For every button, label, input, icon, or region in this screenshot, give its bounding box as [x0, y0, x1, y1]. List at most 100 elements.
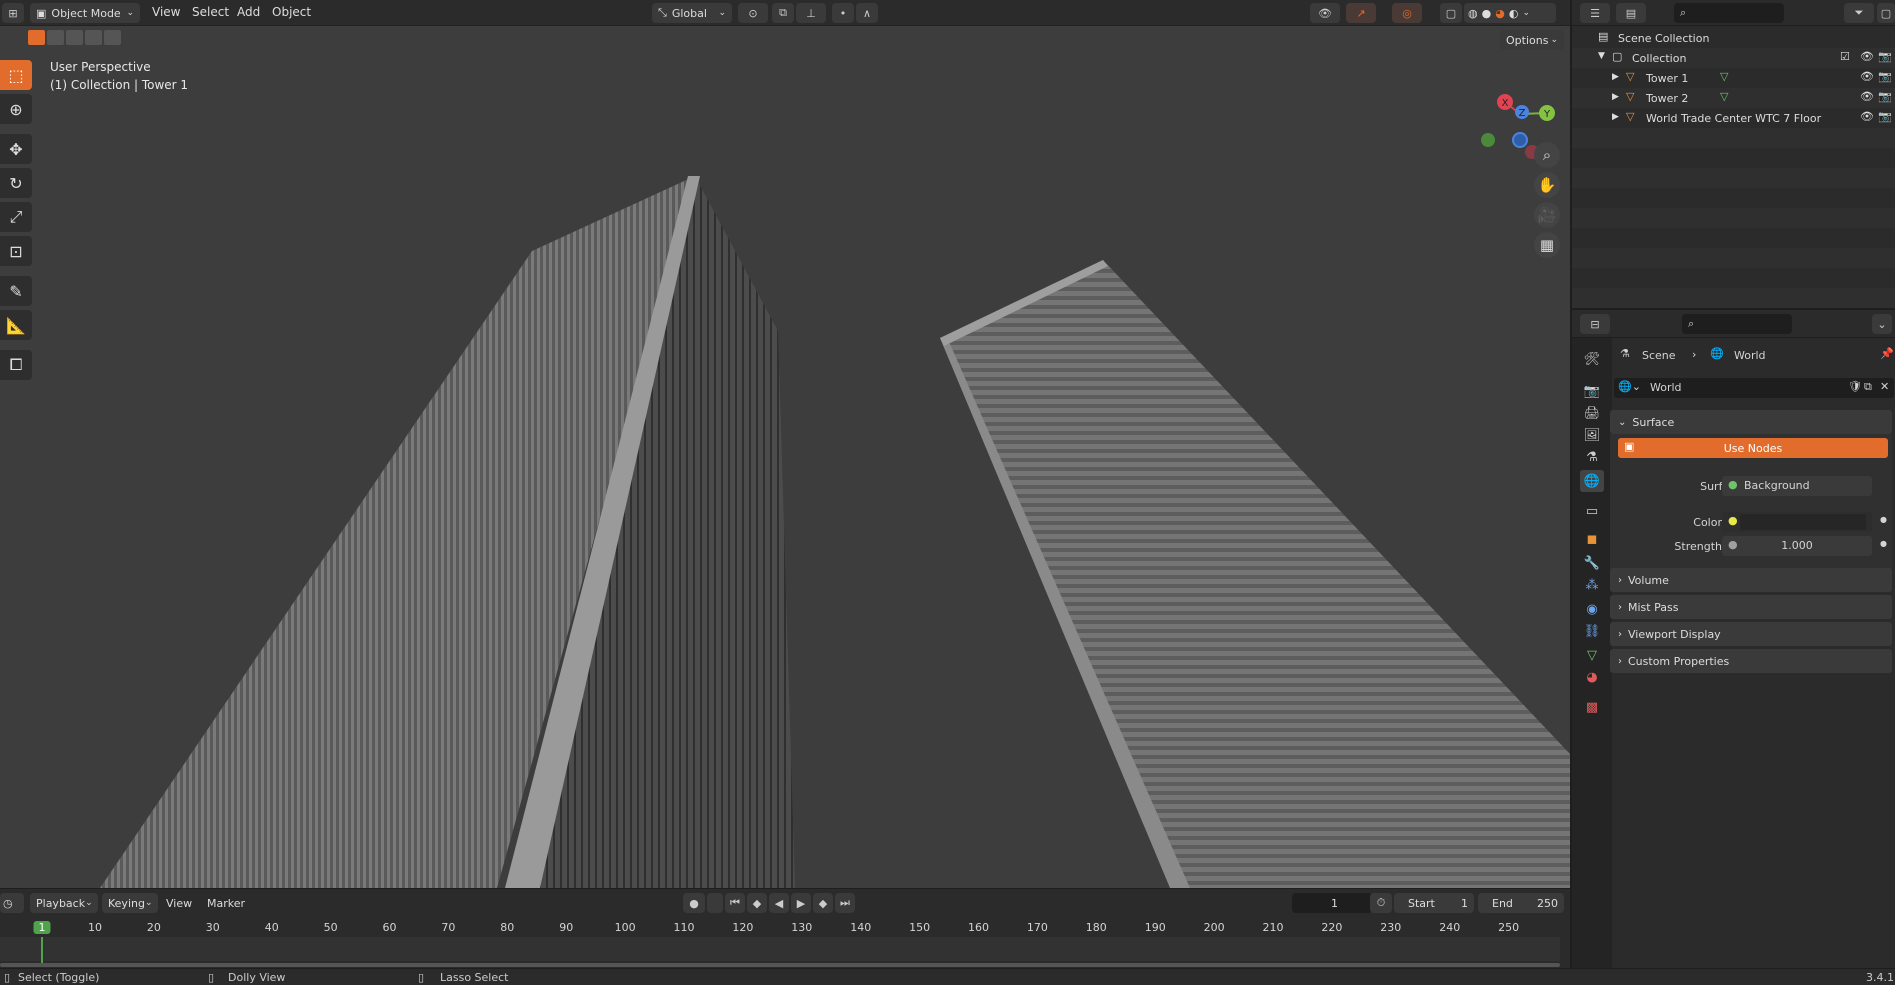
color-field[interactable]: ● [1722, 512, 1872, 532]
surface-panel-header[interactable]: ⌄ Surface [1610, 410, 1892, 434]
surface-shader-field[interactable]: ● Background [1722, 476, 1872, 496]
play-icon[interactable]: ▶ [791, 893, 811, 913]
select-intersect-icon[interactable] [104, 30, 121, 45]
camera-icon[interactable]: 📷 [1878, 50, 1892, 63]
visibility-icon[interactable]: 👁 [1310, 3, 1340, 23]
particles-tab-icon[interactable]: ⁂ [1580, 574, 1604, 596]
expand-arrow-icon[interactable]: ▶ [1612, 72, 1619, 82]
keying-dropdown[interactable]: Keying ⌄ [102, 893, 158, 913]
playback-dropdown[interactable]: Playback ⌄ [30, 893, 98, 913]
pan-hand-icon[interactable]: ✋ [1534, 172, 1560, 198]
outliner-row-collection[interactable]: ▼ ▢ Collection ☑ 👁 📷 [1572, 48, 1895, 68]
texture-tab-icon[interactable]: ▩ [1580, 696, 1604, 718]
constraints-tab-icon[interactable]: ⛓ [1580, 620, 1604, 642]
menu-select[interactable]: Select [192, 5, 229, 19]
outliner-row-tower-2[interactable]: ▶ ▽ Tower 2 ▽ 👁 📷 [1572, 88, 1895, 108]
pin-icon[interactable]: 📌 [1880, 347, 1894, 360]
outliner-row-tower-1[interactable]: ▶ ▽ Tower 1 ▽ 👁 📷 [1572, 68, 1895, 88]
menu-add[interactable]: Add [237, 5, 260, 19]
tool-tab-icon[interactable]: 🛠 [1580, 348, 1604, 370]
snap-target-icon[interactable]: ⊥ [796, 3, 826, 23]
falloff-icon[interactable]: ∧ [856, 3, 878, 23]
rendered-shading-icon[interactable]: ◐ [1509, 7, 1519, 20]
select-subtract-icon[interactable] [66, 30, 83, 45]
menu-view[interactable]: View [152, 5, 180, 19]
transform-tool-icon[interactable]: ⊡ [0, 236, 32, 266]
duplicate-icon[interactable]: ⧉ [1864, 380, 1872, 394]
zoom-icon[interactable]: ⌕ [1534, 142, 1560, 168]
use-nodes-button[interactable]: ▣ Use Nodes [1618, 438, 1888, 458]
breadcrumb-scene[interactable]: Scene [1642, 349, 1676, 362]
menu-object[interactable]: Object [272, 5, 311, 19]
chevron-down-icon[interactable]: ⌄ [1872, 314, 1892, 334]
rotate-tool-icon[interactable]: ↻ [0, 168, 32, 198]
physics-tab-icon[interactable]: ◉ [1580, 598, 1604, 620]
prev-keyframe-icon[interactable]: ◆ [747, 893, 767, 913]
expand-arrow-icon[interactable]: ▼ [1598, 51, 1605, 61]
end-frame-field[interactable]: End 250 [1478, 893, 1564, 913]
keyframe-track[interactable] [0, 937, 1560, 961]
world-name-field[interactable]: World [1650, 381, 1682, 394]
select-extend-icon[interactable] [47, 30, 64, 45]
add-cube-tool-icon[interactable]: ⧠ [0, 350, 32, 380]
scene-tab-icon[interactable]: ⚗ [1580, 446, 1604, 468]
current-frame-field[interactable]: 1 [1292, 893, 1372, 913]
viewport-display-panel-header[interactable]: › Viewport Display [1610, 622, 1892, 646]
cursor-tool-icon[interactable]: ⊕ [0, 94, 32, 124]
proportional-edit-icon[interactable]: • [832, 3, 854, 23]
color-swatch[interactable] [1740, 514, 1866, 530]
properties-editor-type-icon[interactable]: ⊟ [1580, 314, 1610, 334]
display-mode-icon[interactable]: ▤ [1616, 3, 1646, 23]
annotate-tool-icon[interactable]: ✎ [0, 276, 32, 306]
start-frame-field[interactable]: Start 1 [1394, 893, 1474, 913]
eye-icon[interactable]: 👁 [1860, 70, 1874, 83]
collection-tab-icon[interactable]: ▭ [1580, 500, 1604, 522]
snap-toggle-icon[interactable]: ⧉ [772, 3, 794, 23]
xray-toggle-icon[interactable]: ▢ [1440, 3, 1462, 23]
neg-z-axis-handle[interactable] [1512, 132, 1528, 148]
camera-icon[interactable]: 📷 [1878, 90, 1892, 103]
data-tab-icon[interactable]: ▽ [1580, 644, 1604, 666]
timeline-scrollbar[interactable] [0, 963, 1560, 967]
wireframe-shading-icon[interactable]: ◍ [1468, 7, 1478, 20]
material-tab-icon[interactable]: ◕ [1580, 666, 1604, 688]
record-icon[interactable]: ● [683, 893, 705, 913]
world-tab-icon[interactable]: 🌐 [1580, 470, 1604, 492]
next-keyframe-icon[interactable]: ◆ [813, 893, 833, 913]
jump-end-icon[interactable]: ⏭ [835, 893, 855, 913]
material-shading-icon[interactable]: ◕ [1495, 7, 1505, 20]
select-invert-icon[interactable] [85, 30, 102, 45]
world-browse-icon[interactable]: 🌐⌄ [1618, 380, 1641, 393]
play-reverse-icon[interactable]: ◀ [769, 893, 789, 913]
timeline-editor-type-icon[interactable]: ◷ [0, 893, 24, 913]
3d-viewport[interactable]: User Perspective (1) Collection | Tower … [0, 26, 1570, 888]
strength-field[interactable]: ● 1.000 [1722, 536, 1872, 556]
modifier-tab-icon[interactable]: 🔧 [1580, 552, 1604, 574]
scale-tool-icon[interactable]: ⤢ [0, 202, 32, 232]
view-layer-tab-icon[interactable]: 🖼 [1580, 424, 1604, 446]
select-tool-icon[interactable]: ⬚ [0, 60, 32, 90]
timeline-menu-marker[interactable]: Marker [207, 897, 245, 910]
camera-icon[interactable]: 🎥 [1534, 202, 1560, 228]
transform-orientation-dropdown[interactable]: ⤡ Global ⌄ [652, 3, 732, 23]
mode-dropdown[interactable]: ▣ Object Mode ⌄ [30, 3, 140, 23]
filter-icon[interactable]: ⏷ [1844, 3, 1874, 23]
object-tab-icon[interactable]: ◼ [1580, 528, 1604, 550]
mist-pass-panel-header[interactable]: › Mist Pass [1610, 595, 1892, 619]
measure-tool-icon[interactable]: 📐 [0, 310, 32, 340]
close-icon[interactable]: ✕ [1880, 380, 1889, 393]
neg-y-axis-handle[interactable] [1481, 133, 1495, 147]
expand-arrow-icon[interactable]: ▶ [1612, 112, 1619, 122]
outliner-row-scene-collection[interactable]: ▤ Scene Collection [1572, 28, 1895, 48]
world-datablock-selector[interactable]: 🌐⌄ World 🛡 ⧉ ✕ [1614, 378, 1894, 398]
pivot-point-icon[interactable]: ⊙ [738, 3, 768, 23]
gizmo-toggle-icon[interactable]: ↗ [1346, 3, 1376, 23]
output-tab-icon[interactable]: 🖨 [1580, 402, 1604, 424]
jump-start-icon[interactable]: ⏮ [725, 893, 745, 913]
expand-arrow-icon[interactable]: ▶ [1612, 92, 1619, 102]
keyframe-dot-icon[interactable]: ● [1880, 515, 1887, 524]
editor-type-icon[interactable]: ⊞ [2, 3, 24, 23]
camera-icon[interactable]: 📷 [1878, 110, 1892, 123]
stopwatch-icon[interactable]: ⏱ [1370, 893, 1392, 913]
breadcrumb-world[interactable]: World [1734, 349, 1766, 362]
